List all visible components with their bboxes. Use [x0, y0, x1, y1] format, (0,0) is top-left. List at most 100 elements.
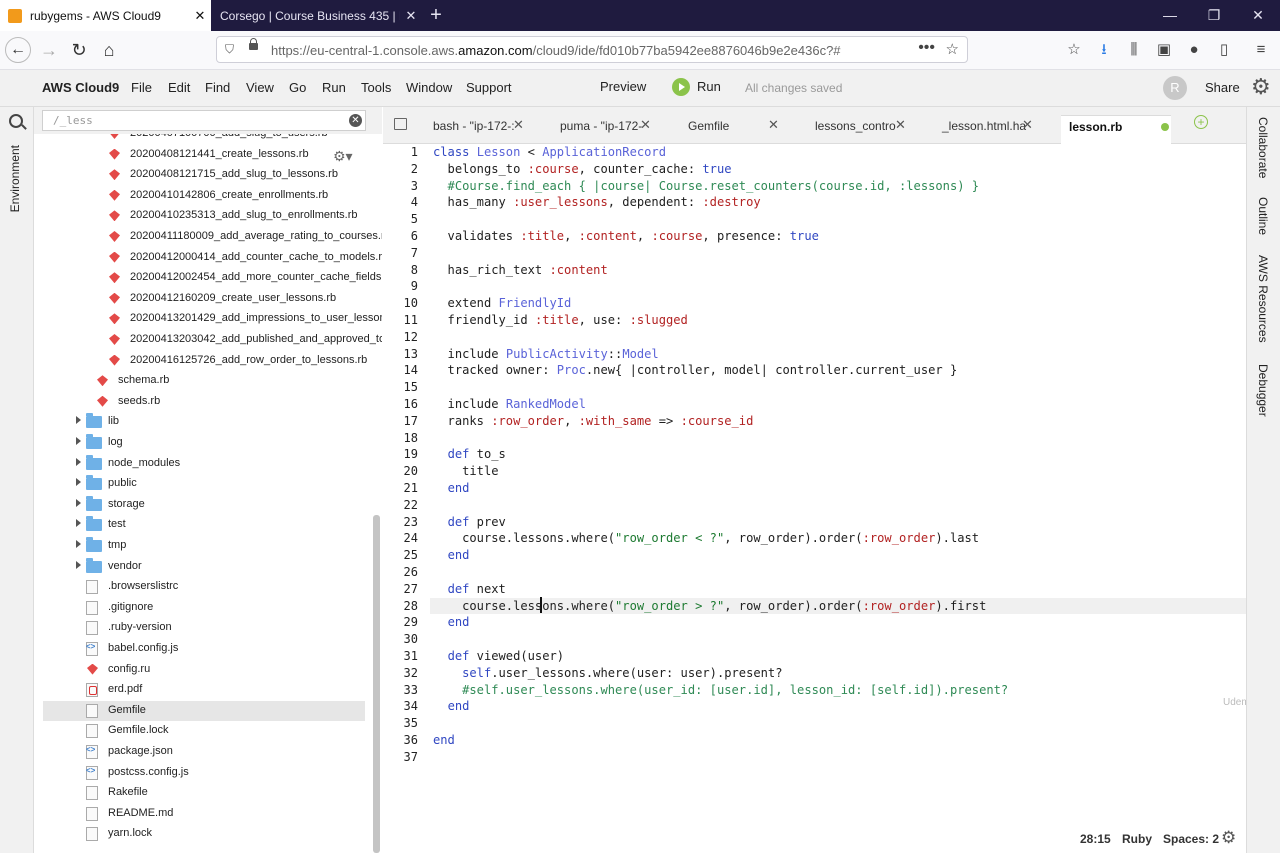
code-line[interactable]: end: [433, 698, 470, 715]
url-text[interactable]: https://eu-central-1.console.aws.amazon.…: [271, 43, 841, 58]
line-number[interactable]: 20: [383, 463, 418, 480]
tree-folder[interactable]: log: [34, 433, 382, 453]
code-line[interactable]: def to_s: [433, 446, 506, 463]
file-tree-scrollbar[interactable]: [373, 515, 380, 853]
line-number[interactable]: 10: [383, 295, 418, 312]
editor-tab[interactable]: _lesson.html.ha ✕: [934, 115, 1054, 143]
close-tab-icon[interactable]: ✕: [189, 8, 211, 24]
tree-file[interactable]: postcss.config.js: [34, 763, 382, 783]
close-tab-icon[interactable]: ✕: [1022, 117, 1033, 133]
add-tab-icon[interactable]: +: [1194, 115, 1208, 129]
close-tab-icon[interactable]: ✕: [400, 8, 422, 24]
menu-view[interactable]: View: [246, 80, 274, 95]
tree-file[interactable]: Rakefile: [34, 783, 382, 803]
close-window-button[interactable]: ✕: [1236, 0, 1280, 31]
line-number[interactable]: 11: [383, 312, 418, 329]
tree-folder[interactable]: tmp: [34, 536, 382, 556]
tree-folder[interactable]: test: [34, 515, 382, 535]
code-line[interactable]: end: [433, 480, 470, 497]
line-number[interactable]: 25: [383, 547, 418, 564]
tree-folder[interactable]: lib: [34, 412, 382, 432]
code-line[interactable]: end: [433, 732, 455, 749]
cursor-position[interactable]: 28:15: [1080, 832, 1111, 846]
line-number[interactable]: 3: [383, 178, 418, 195]
tree-folder[interactable]: public: [34, 474, 382, 494]
run-play-icon[interactable]: [672, 78, 690, 96]
code-line[interactable]: #self.user_lessons.where(user_id: [user.…: [433, 682, 1008, 699]
search-icon[interactable]: [9, 114, 23, 128]
tree-file[interactable]: 20200412160209_create_user_lessons.rb: [34, 289, 382, 309]
line-number[interactable]: 19: [383, 446, 418, 463]
line-number[interactable]: 31: [383, 648, 418, 665]
tracking-shield-icon[interactable]: ⛉: [225, 42, 234, 57]
tree-file[interactable]: 20200408121441_create_lessons.rb: [34, 145, 382, 165]
close-tab-icon[interactable]: ✕: [895, 117, 906, 133]
line-number[interactable]: 18: [383, 430, 418, 447]
editor-tab[interactable]: lessons_contro ✕: [807, 115, 927, 143]
code-line[interactable]: has_rich_text :content: [433, 262, 608, 279]
editor-tab[interactable]: bash - "ip-172-: ✕: [425, 115, 543, 143]
debugger-panel-tab[interactable]: Debugger: [1256, 364, 1270, 417]
page-actions-icon[interactable]: •••: [918, 39, 935, 57]
editor-tab[interactable]: lesson.rb: [1061, 115, 1171, 144]
code-line[interactable]: end: [433, 547, 470, 564]
menu-edit[interactable]: Edit: [168, 80, 190, 95]
code-editor[interactable]: 1 2 3 4 5 6 7 8 9 10 11 12 13 14 15 16 17 18 19 20 21 22 23 24 2…: [383, 144, 1246, 828]
code-line[interactable]: end: [433, 614, 470, 631]
tree-file[interactable]: seeds.rb: [34, 392, 382, 412]
line-number[interactable]: 15: [383, 379, 418, 396]
tree-file[interactable]: README.md: [34, 804, 382, 824]
menu-go[interactable]: Go: [289, 80, 306, 95]
code-line[interactable]: self.user_lessons.where(user: user).pres…: [433, 665, 782, 682]
new-tab-button[interactable]: +: [424, 3, 448, 27]
back-arrow-icon[interactable]: ←: [5, 37, 31, 63]
code-line[interactable]: extend FriendlyId: [433, 295, 572, 312]
code-line[interactable]: has_many :user_lessons, dependent: :dest…: [433, 194, 761, 211]
code-line[interactable]: include RankedModel: [433, 396, 586, 413]
home-icon[interactable]: ⌂: [96, 37, 122, 63]
close-tab-icon[interactable]: ✕: [513, 117, 524, 133]
tree-file[interactable]: Gemfile: [43, 700, 365, 721]
expand-arrow-icon[interactable]: [76, 478, 81, 487]
code-line[interactable]: ranks :row_order, :with_same => :course_…: [433, 413, 754, 430]
line-number[interactable]: 36: [383, 732, 418, 749]
browser-tab-corsego[interactable]: Corsego | Course Business 435 | Le ✕: [212, 0, 422, 31]
editor-tab[interactable]: Gemfile ✕: [680, 115, 798, 143]
tree-file[interactable]: .ruby-version: [34, 618, 382, 638]
expand-arrow-icon[interactable]: [76, 540, 81, 548]
line-number[interactable]: 12: [383, 329, 418, 346]
tree-file[interactable]: babel.config.js: [34, 639, 382, 659]
aws-resources-panel-tab[interactable]: AWS Resources: [1256, 255, 1270, 343]
avatar[interactable]: R: [1163, 76, 1187, 100]
url-bar[interactable]: ⛉ https://eu-central-1.console.aws.amazo…: [216, 36, 968, 63]
tree-file[interactable]: 20200410142806_create_enrollments.rb: [34, 186, 382, 206]
tree-file[interactable]: 20200413203042_add_published_and_approve…: [34, 330, 382, 350]
line-number[interactable]: 37: [383, 749, 418, 766]
aws-cloud9-brand[interactable]: AWS Cloud9: [42, 80, 119, 95]
tree-file[interactable]: yarn.lock: [34, 824, 382, 844]
code-line[interactable]: course.lessons.where("row_order < ?", ro…: [433, 530, 979, 547]
line-number[interactable]: 7: [383, 245, 418, 262]
code-line[interactable]: include PublicActivity::Model: [433, 346, 659, 363]
run-button[interactable]: Run: [697, 79, 721, 94]
browser-tab-cloud9[interactable]: rubygems - AWS Cloud9 ✕: [0, 0, 211, 31]
menu-run[interactable]: Run: [322, 80, 346, 95]
line-number[interactable]: 9: [383, 278, 418, 295]
code-line[interactable]: def viewed(user): [433, 648, 565, 665]
code-line[interactable]: validates :title, :content, :course, pre…: [433, 228, 819, 245]
line-number[interactable]: 34: [383, 698, 418, 715]
share-button[interactable]: Share: [1205, 80, 1240, 95]
minimize-button[interactable]: —: [1148, 0, 1192, 31]
lock-icon[interactable]: [249, 38, 258, 50]
menu-file[interactable]: File: [131, 80, 152, 95]
close-tab-icon[interactable]: ✕: [768, 117, 779, 133]
account-icon[interactable]: ●: [1183, 39, 1205, 61]
tree-file[interactable]: 20200407100700_add_slug_to_users.rb: [34, 134, 382, 144]
bookmark-star-icon[interactable]: ☆: [946, 40, 959, 58]
line-number[interactable]: 23: [383, 514, 418, 531]
tree-folder[interactable]: node_modules: [34, 454, 382, 474]
tree-file[interactable]: package.json: [34, 742, 382, 762]
tree-folder[interactable]: vendor: [34, 557, 382, 577]
pocket-icon[interactable]: ☆: [1063, 39, 1085, 61]
line-number[interactable]: 22: [383, 497, 418, 514]
